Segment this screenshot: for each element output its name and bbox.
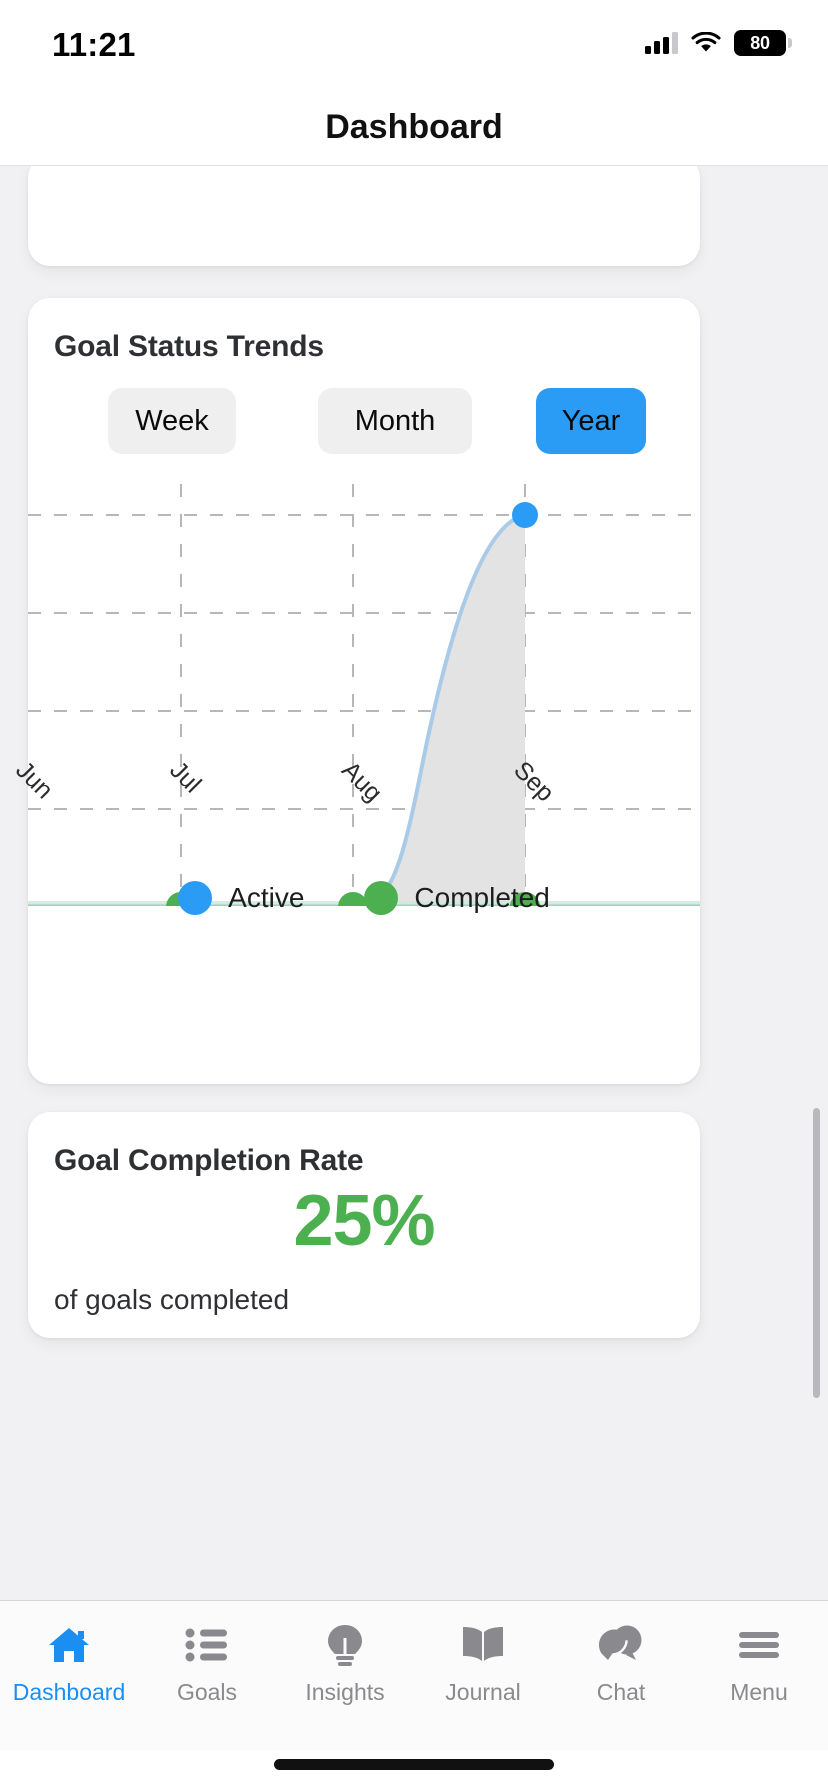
tab-label-journal: Journal <box>445 1679 521 1705</box>
lightbulb-icon <box>325 1623 365 1667</box>
legend-dot-completed <box>364 881 399 915</box>
previous-card-partial[interactable] <box>28 166 700 266</box>
page-title: Dashboard <box>325 108 503 146</box>
tab-label-dashboard: Dashboard <box>12 1679 126 1705</box>
x-axis-label-jul: Jul <box>164 756 207 799</box>
range-button-week[interactable]: Week <box>108 388 236 454</box>
status-bar-indicators: 80 <box>645 30 792 56</box>
active-series-area <box>362 515 525 906</box>
horizontal-gridlines <box>28 514 700 810</box>
book-icon <box>461 1623 505 1667</box>
range-button-month[interactable]: Month <box>318 388 472 454</box>
legend-item-completed: Completed <box>364 881 550 915</box>
range-button-year[interactable]: Year <box>536 388 646 454</box>
legend-item-active: Active <box>178 881 304 915</box>
active-data-point-sep[interactable] <box>512 502 538 528</box>
x-axis-label-aug: Aug <box>336 756 388 808</box>
goal-completion-rate-subtitle: of goals completed <box>54 1284 290 1315</box>
status-bar: 11:21 80 <box>0 0 828 88</box>
chart-x-axis-labels: Jun Jul Aug Sep <box>10 738 700 808</box>
goal-completion-rate-card: Goal Completion Rate 25% of goals comple… <box>28 1112 700 1338</box>
home-indicator <box>274 1759 554 1770</box>
battery-icon: 80 <box>734 30 792 56</box>
tab-goals[interactable]: Goals <box>138 1601 276 1731</box>
scroll-content[interactable]: Goal Status Trends Week Month Year Jun J… <box>0 166 828 1600</box>
goal-status-trends-title: Goal Status Trends <box>54 330 324 363</box>
goal-status-trends-chart[interactable] <box>28 476 700 906</box>
tab-label-menu: Menu <box>730 1679 788 1705</box>
tab-dashboard[interactable]: Dashboard <box>0 1601 138 1731</box>
chart-legend: Active Completed <box>28 868 700 928</box>
time-range-selector: Week Month Year <box>54 388 674 454</box>
home-icon <box>47 1623 91 1667</box>
hamburger-icon <box>738 1623 780 1667</box>
goal-completion-rate-value: 25% <box>293 1181 435 1261</box>
chat-icon <box>598 1623 644 1667</box>
x-axis-label-sep: Sep <box>508 756 560 808</box>
goal-completion-rate-title: Goal Completion Rate <box>54 1144 364 1177</box>
legend-label-completed: Completed <box>414 882 550 913</box>
tab-menu[interactable]: Menu <box>690 1601 828 1731</box>
vertical-scrollbar[interactable] <box>813 1108 820 1398</box>
tab-label-insights: Insights <box>305 1679 385 1705</box>
x-axis-label-jun: Jun <box>10 756 59 805</box>
goal-status-trends-card: Goal Status Trends Week Month Year Jun J… <box>10 298 700 1084</box>
tab-label-chat: Chat <box>596 1679 646 1705</box>
cellular-bars-icon <box>645 32 678 54</box>
legend-label-active: Active <box>228 882 305 913</box>
tab-journal[interactable]: Journal <box>414 1601 552 1731</box>
bottom-tab-bar: Dashboard Goals Insights Journal Chat Me… <box>0 1600 828 1750</box>
legend-dot-active <box>178 881 213 915</box>
tab-label-goals: Goals <box>176 1679 238 1705</box>
tab-insights[interactable]: Insights <box>276 1601 414 1731</box>
battery-level: 80 <box>750 32 770 53</box>
status-bar-time: 11:21 <box>52 26 136 63</box>
list-icon <box>185 1623 229 1667</box>
tab-chat[interactable]: Chat <box>552 1601 690 1731</box>
wifi-icon <box>691 31 721 54</box>
navigation-bar: Dashboard <box>0 88 828 166</box>
